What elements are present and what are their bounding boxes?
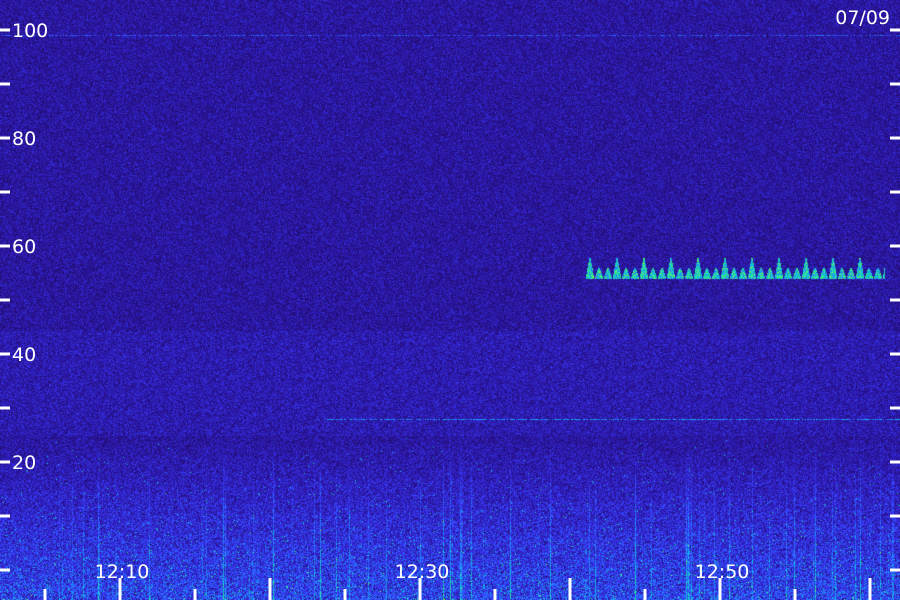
x-tick-label: 12:30 (395, 561, 450, 583)
x-axis-labels: 12:10 12:30 12:50 (95, 561, 750, 583)
date-label: 07/09 (835, 7, 890, 29)
y-tick-label: 60 (12, 236, 36, 258)
y-axis-ticks (0, 28, 900, 572)
x-tick-label: 12:50 (695, 561, 750, 583)
y-tick-label: 100 (12, 20, 48, 42)
x-tick-label: 12:10 (95, 561, 150, 583)
axis-overlay: 20 40 60 80 100 12:10 12:30 12:50 07/09 (0, 7, 900, 600)
y-tick-label: 20 (12, 452, 36, 474)
spectrogram-chart: 20 40 60 80 100 12:10 12:30 12:50 07/09 (0, 0, 900, 600)
y-tick-label: 80 (12, 128, 36, 150)
y-axis-labels: 20 40 60 80 100 (12, 20, 48, 474)
y-tick-label: 40 (12, 344, 36, 366)
